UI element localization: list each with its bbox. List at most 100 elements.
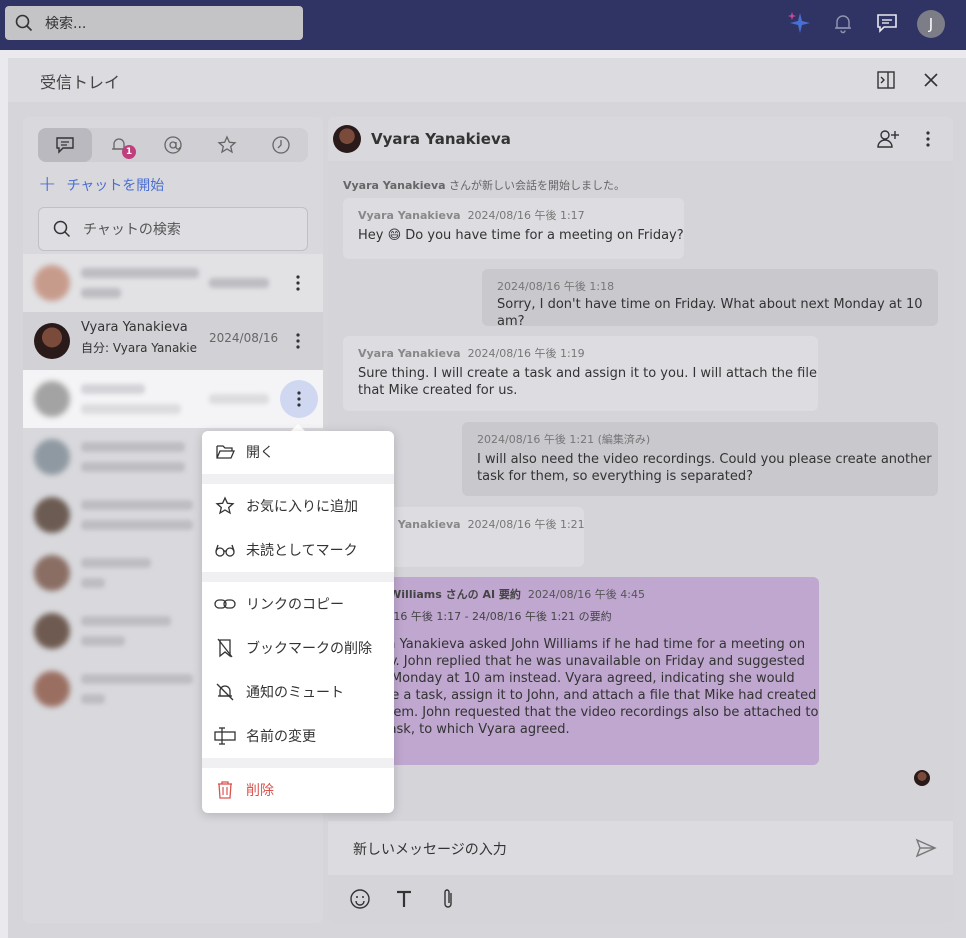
blurred-preview [81, 404, 181, 414]
message-text: Sure thing. I will create a task and ass… [358, 365, 817, 399]
start-chat-button[interactable]: + チャットを開始 [38, 172, 165, 197]
summary-line: the task, to which Vyara agreed. [358, 722, 570, 737]
menu-item-label: 通知のミュート [246, 685, 344, 701]
more-options-icon[interactable] [926, 131, 930, 151]
bell-off-icon [214, 681, 236, 703]
summary-line: for them. John requested that the video … [358, 705, 819, 720]
folder-open-icon [214, 441, 236, 463]
more-options-icon [297, 391, 301, 407]
menu-item-copy-link[interactable]: リンクのコピー [202, 584, 394, 624]
more-options-icon[interactable] [288, 326, 308, 356]
add-participant-icon[interactable] [876, 127, 900, 155]
tab-history[interactable] [254, 128, 308, 162]
started-name: Vyara Yanakieva [343, 179, 446, 192]
conversation-started-notice: Vyara Yanakieva さんが新しい会話を開始しました。 [343, 177, 625, 193]
chat-search-placeholder: チャットの検索 [83, 222, 181, 238]
blurred-date [209, 394, 269, 404]
blurred-name [81, 442, 185, 452]
blurred-preview [81, 520, 193, 530]
blurred-preview [81, 578, 105, 588]
message-time: 2024/08/16 午後 1:17 [467, 209, 585, 222]
emoji-icon[interactable] [348, 887, 372, 911]
menu-item-label: お気に入りに追加 [246, 499, 358, 515]
chat-list-tabs: 1 [38, 128, 308, 162]
bookmark-remove-icon [214, 637, 236, 659]
message-time: 2024/08/16 午後 1:18 [497, 280, 615, 293]
avatar [34, 497, 70, 533]
blurred-name [81, 674, 193, 684]
user-avatar[interactable]: J [917, 10, 945, 38]
rename-icon [214, 725, 236, 747]
ai-summary-range: 24/08/16 午後 1:17 - 24/08/16 午後 1:21 の要約 [358, 610, 612, 623]
menu-item-label: ブックマークの削除 [246, 641, 372, 657]
search-icon [15, 14, 33, 32]
menu-item-remove-bookmark[interactable]: ブックマークの削除 [202, 628, 394, 668]
more-options-icon[interactable] [288, 268, 308, 298]
send-icon[interactable] [915, 838, 937, 862]
link-icon [214, 593, 236, 615]
global-search-input[interactable]: 検索... [5, 6, 303, 40]
message-input[interactable]: 新しいメッセージの入力 [328, 821, 953, 875]
message-line: task for them, so everything is separate… [477, 469, 753, 484]
message-bubble-own[interactable]: 2024/08/16 午後 1:21 (編集済み) I will also ne… [462, 422, 938, 496]
menu-item-open[interactable]: 開く [202, 432, 394, 472]
menu-divider [202, 474, 394, 484]
chat-search-input[interactable]: チャットの検索 [38, 207, 308, 251]
menu-item-label: 名前の変更 [246, 729, 316, 745]
menu-item-delete[interactable]: 削除 [202, 770, 394, 810]
tab-favorites[interactable] [200, 128, 254, 162]
list-item[interactable] [23, 254, 323, 312]
mentions-icon [164, 136, 182, 154]
message-bubble-own[interactable]: 2024/08/16 午後 1:18 Sorry, I don't have t… [482, 269, 938, 329]
bell-icon[interactable] [828, 8, 858, 38]
composer-toolbar [328, 875, 953, 923]
message-text: Hey 😄 Do you have time for a meeting on … [358, 228, 684, 243]
text-format-icon[interactable] [392, 887, 416, 911]
menu-item-mute[interactable]: 通知のミュート [202, 672, 394, 712]
dock-panel-icon[interactable] [874, 68, 898, 92]
avatar [34, 613, 70, 649]
message-text: I will also need the video recordings. C… [477, 451, 932, 485]
menu-item-rename[interactable]: 名前の変更 [202, 716, 394, 756]
ai-sparkle-icon[interactable] [784, 8, 814, 38]
ai-summary-bubble[interactable]: John Williams さんの AI 要約 2024/08/16 午後 4:… [343, 577, 819, 765]
notification-badge: 1 [122, 145, 136, 159]
close-icon[interactable] [919, 68, 943, 92]
blurred-preview [81, 636, 125, 646]
menu-item-mark-unread[interactable]: 未読としてマーク [202, 530, 394, 570]
tab-mentions[interactable] [146, 128, 200, 162]
list-item-vyara[interactable]: Vyara Yanakieva 自分: Vyara Yanakieva... 2… [23, 312, 323, 370]
avatar [34, 265, 70, 301]
avatar [34, 381, 70, 417]
chat-name: Vyara Yanakieva [81, 320, 188, 335]
blurred-name [81, 558, 151, 568]
menu-item-add-favorite[interactable]: お気に入りに追加 [202, 486, 394, 526]
message-bubble[interactable]: Vyara Yanakieva 2024/08/16 午後 1:17 Hey 😄… [343, 198, 684, 259]
conversation-panel: Vyara Yanakieva Vyara Yanakieva さんが新しい会話… [328, 117, 953, 923]
chats-icon [56, 137, 74, 154]
trash-icon [214, 779, 236, 801]
attachment-icon[interactable] [436, 887, 460, 911]
message-line: I will also need the video recordings. C… [477, 452, 932, 467]
more-options-button-active[interactable] [280, 380, 318, 418]
tab-notifications[interactable]: 1 [92, 128, 146, 162]
read-receipt-avatar [914, 770, 930, 786]
blurred-name [81, 616, 171, 626]
list-item[interactable] [23, 370, 323, 428]
summary-line: Friday. John replied that he was unavail… [358, 654, 805, 669]
tab-chats[interactable] [38, 128, 92, 162]
summary-line: next Monday at 10 am instead. Vyara agre… [358, 671, 795, 686]
global-search-placeholder: 検索... [45, 16, 87, 32]
message-bubble[interactable]: Vyara Yanakieva 2024/08/16 午後 1:19 Sure … [343, 336, 818, 411]
message-line: that Mike created for us. [358, 383, 518, 398]
start-chat-label: チャットを開始 [66, 178, 165, 194]
menu-item-label: リンクのコピー [246, 597, 344, 613]
conversation-title: Vyara Yanakieva [371, 130, 511, 148]
glasses-icon [214, 539, 236, 561]
chat-preview: 自分: Vyara Yanakieva... [81, 341, 197, 355]
plus-icon: + [38, 172, 57, 197]
menu-item-label: 未読としてマーク [246, 543, 358, 559]
chat-bubble-icon[interactable] [872, 8, 902, 38]
blurred-name [81, 268, 199, 278]
started-text: さんが新しい会話を開始しました。 [445, 179, 626, 192]
